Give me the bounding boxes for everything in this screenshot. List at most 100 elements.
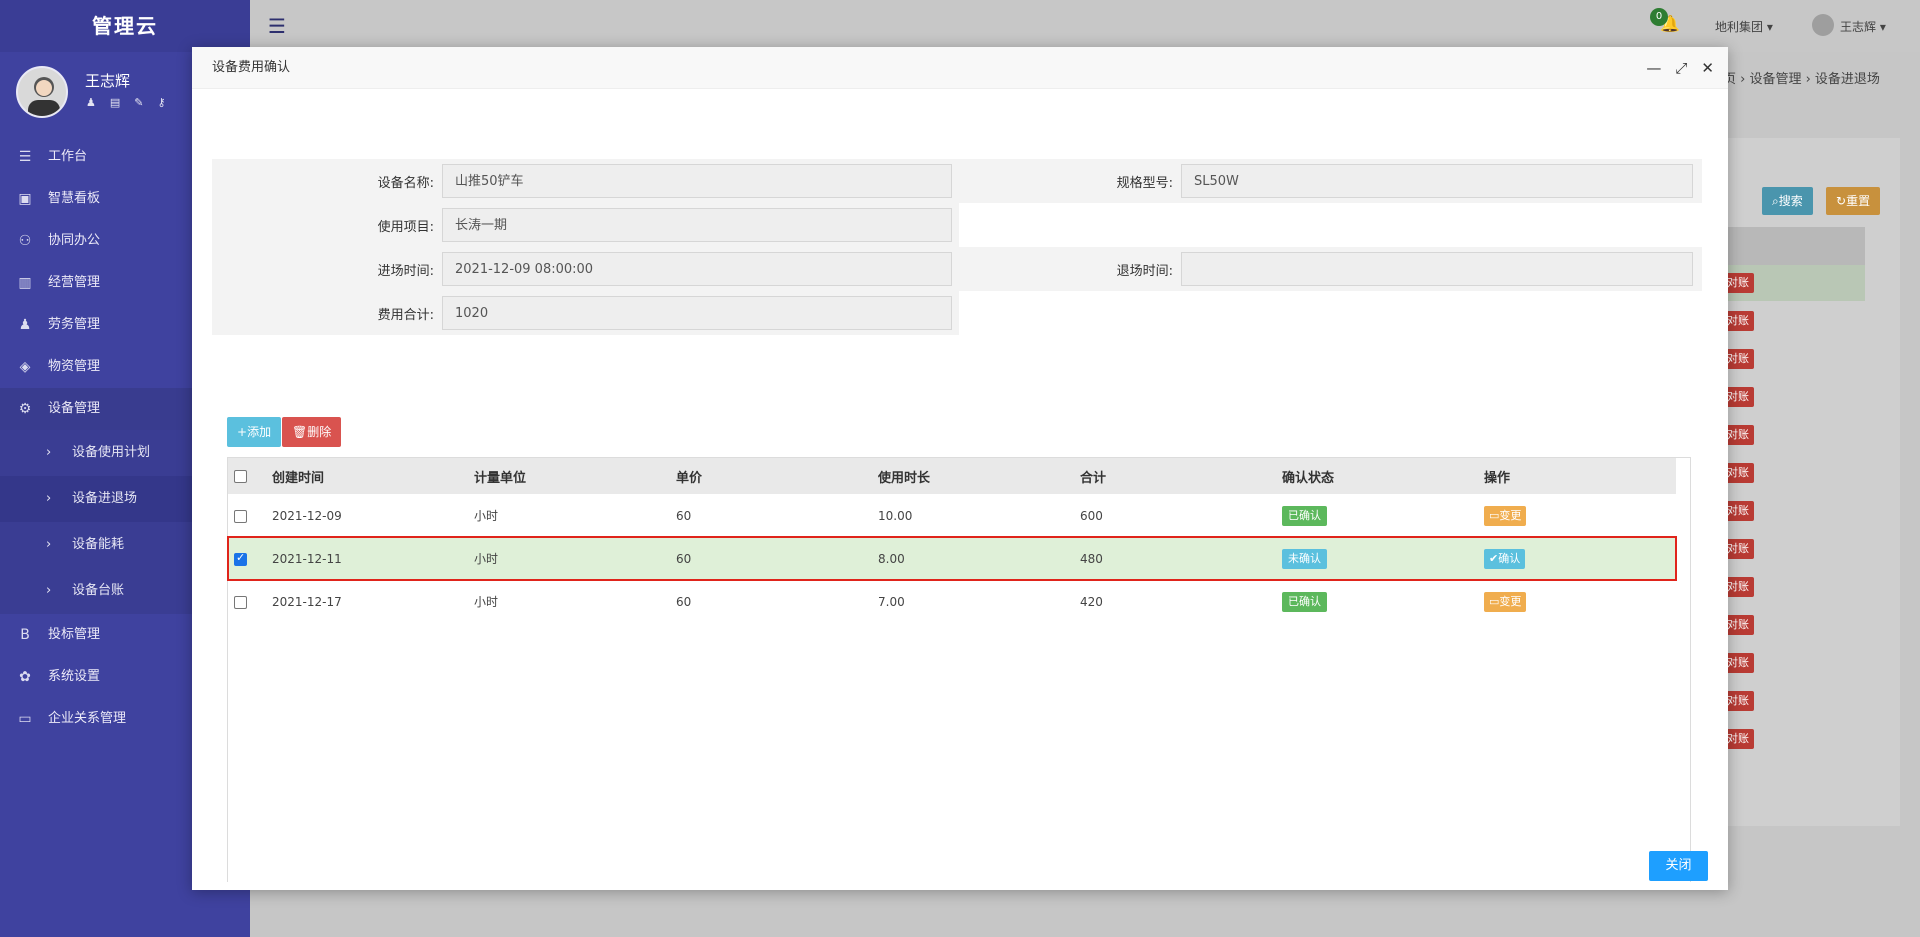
cell-created: 2021-12-11 <box>272 551 342 566</box>
header-price: 单价 <box>676 470 703 486</box>
form-row: 设备名称: 山推50铲车 规格型号: SL50W <box>212 159 1702 203</box>
cell-unit: 小时 <box>474 509 499 523</box>
confirm-button[interactable]: ✔确认 <box>1484 548 1526 569</box>
top-bar: ☰ 🔔 0 地利集团 ▾ 王志辉 ▾ <box>250 0 1920 52</box>
total-fee-field[interactable]: 1020 <box>442 296 952 330</box>
spec-field[interactable]: SL50W <box>1181 164 1693 198</box>
maximize-icon[interactable]: ⤢ <box>1675 47 1687 89</box>
sidebar-item-label: 系统设置 <box>48 669 101 684</box>
menu-icon: ✿ <box>19 669 31 685</box>
row-checkbox[interactable] <box>234 595 247 609</box>
menu-icon: ▣ <box>18 191 32 207</box>
total-fee-label: 费用合计: <box>377 307 434 323</box>
search-button[interactable]: ⌕搜索 <box>1762 187 1813 215</box>
cell-created: 2021-12-17 <box>272 594 342 609</box>
header-created: 创建时间 <box>272 470 325 486</box>
row-checkbox[interactable] <box>234 509 247 523</box>
dialog-header: 设备费用确认 — ⤢ ✕ <box>192 47 1728 89</box>
exit-time-label: 退场时间: <box>1116 263 1173 279</box>
cell-hours: 10.00 <box>878 508 913 523</box>
row-checkbox[interactable] <box>234 551 247 566</box>
table-row[interactable]: 2021-12-11 小时 60 8.00 480 未确认 ✔确认 <box>227 536 1677 581</box>
edit-icon[interactable]: ✎ <box>134 96 143 109</box>
card-icon[interactable]: ▤ <box>110 96 120 109</box>
status-badge: 未确认 <box>1282 548 1327 569</box>
brand-title: 管理云 <box>0 0 250 52</box>
cell-total: 420 <box>1080 594 1103 609</box>
cell-price: 60 <box>676 551 692 566</box>
chevron-right-icon: › <box>46 537 52 552</box>
cell-price: 60 <box>676 594 692 609</box>
close-button[interactable]: 关闭 <box>1649 851 1708 881</box>
sidebar-item-label: 企业关系管理 <box>48 711 127 726</box>
equipment-fee-dialog: 设备费用确认 — ⤢ ✕ 设备名称: 山推50铲车 规格型号: SL50W 使用… <box>192 47 1728 890</box>
add-button[interactable]: +添加 <box>227 417 282 447</box>
change-button[interactable]: ▭变更 <box>1484 505 1527 526</box>
background-table-header <box>1720 227 1865 265</box>
sidebar-item-label: 智慧看板 <box>48 191 101 206</box>
name-field[interactable]: 山推50铲车 <box>442 164 952 198</box>
project-label: 使用项目: <box>377 219 434 235</box>
chevron-right-icon: › <box>46 445 52 460</box>
header-action: 操作 <box>1484 470 1511 486</box>
select-all-cell <box>228 458 266 494</box>
cell-status: 已确认 <box>1276 580 1478 623</box>
user-avatar[interactable] <box>16 66 68 118</box>
row-select-cell <box>228 537 266 580</box>
name-label: 设备名称: <box>377 175 434 191</box>
user-name: 王志辉 <box>85 72 131 90</box>
menu-icon: ◈ <box>19 359 31 375</box>
cell-action: ▭变更 <box>1478 494 1676 537</box>
fee-table-wrapper: 创建时间 计量单位 单价 使用时长 合计 确认状态 操作 2021-12-09 小… <box>227 457 1691 882</box>
reset-button[interactable]: ↻重置 <box>1826 187 1881 215</box>
user-icon[interactable]: ♟ <box>86 96 96 109</box>
sidebar-item-label: 经营管理 <box>48 275 101 290</box>
close-icon[interactable]: ✕ <box>1701 47 1714 89</box>
sidebar-item-label: 投标管理 <box>48 627 101 642</box>
table-row[interactable]: 2021-12-17 小时 60 7.00 420 已确认 ▭变更 <box>228 580 1676 623</box>
cell-status: 未确认 <box>1276 537 1478 580</box>
row-select-cell <box>228 580 266 623</box>
dialog-title: 设备费用确认 <box>212 60 291 75</box>
form-row: 费用合计: 1020 <box>212 291 1702 335</box>
select-all-checkbox[interactable] <box>234 469 247 483</box>
company-dropdown[interactable]: 地利集团 ▾ <box>1715 18 1773 35</box>
key-icon[interactable]: ⚷ <box>158 96 166 109</box>
sidebar-item-label: 设备管理 <box>48 401 101 416</box>
menu-icon: ☰ <box>18 149 32 165</box>
delete-button[interactable]: 🗑删除 <box>282 417 342 447</box>
row-select-cell <box>228 494 266 537</box>
table-row[interactable]: 2021-12-09 小时 60 10.00 600 已确认 ▭变更 <box>228 494 1676 537</box>
sidebar-item-label: 物资管理 <box>48 359 101 374</box>
sidebar-item-label: 劳务管理 <box>48 317 101 332</box>
form-row: 使用项目: 长涛一期 <box>212 203 1702 247</box>
cell-hours: 8.00 <box>878 551 905 566</box>
exit-time-field[interactable] <box>1181 252 1693 286</box>
cell-action: ▭变更 <box>1478 580 1676 623</box>
menu-icon: ⚙ <box>18 401 32 417</box>
chevron-right-icon: › <box>46 491 52 506</box>
enter-time-label: 进场时间: <box>377 263 434 279</box>
change-button[interactable]: ▭变更 <box>1484 591 1527 612</box>
menu-toggle-icon[interactable]: ☰ <box>268 14 286 38</box>
form-row: 进场时间: 2021-12-09 08:00:00 退场时间: <box>212 247 1702 291</box>
notification-badge: 0 <box>1650 8 1668 26</box>
cell-total: 480 <box>1080 551 1103 566</box>
project-field[interactable]: 长涛一期 <box>442 208 952 242</box>
sidebar-item-label: 工作台 <box>48 149 88 164</box>
header-status: 确认状态 <box>1282 470 1335 486</box>
sidebar-subitem-label: 设备进退场 <box>72 491 138 506</box>
menu-icon: ▭ <box>18 711 32 727</box>
menu-icon: ▥ <box>18 275 32 291</box>
minimize-icon[interactable]: — <box>1646 47 1661 89</box>
table-header-row: 创建时间 计量单位 单价 使用时长 合计 确认状态 操作 <box>228 458 1676 494</box>
sidebar-subitem-label: 设备台账 <box>72 583 125 598</box>
sidebar-subitem-label: 设备使用计划 <box>72 445 151 460</box>
enter-time-field[interactable]: 2021-12-09 08:00:00 <box>442 252 952 286</box>
chevron-right-icon: › <box>46 583 52 598</box>
menu-icon: ⚇ <box>18 233 32 249</box>
equipment-form: 设备名称: 山推50铲车 规格型号: SL50W 使用项目: 长涛一期 进场时间… <box>212 159 1702 335</box>
breadcrumb: 页 › 设备管理 › 设备进退场 <box>1723 72 1880 87</box>
sidebar-item-label: 协同办公 <box>48 233 101 248</box>
status-badge: 已确认 <box>1282 505 1327 526</box>
